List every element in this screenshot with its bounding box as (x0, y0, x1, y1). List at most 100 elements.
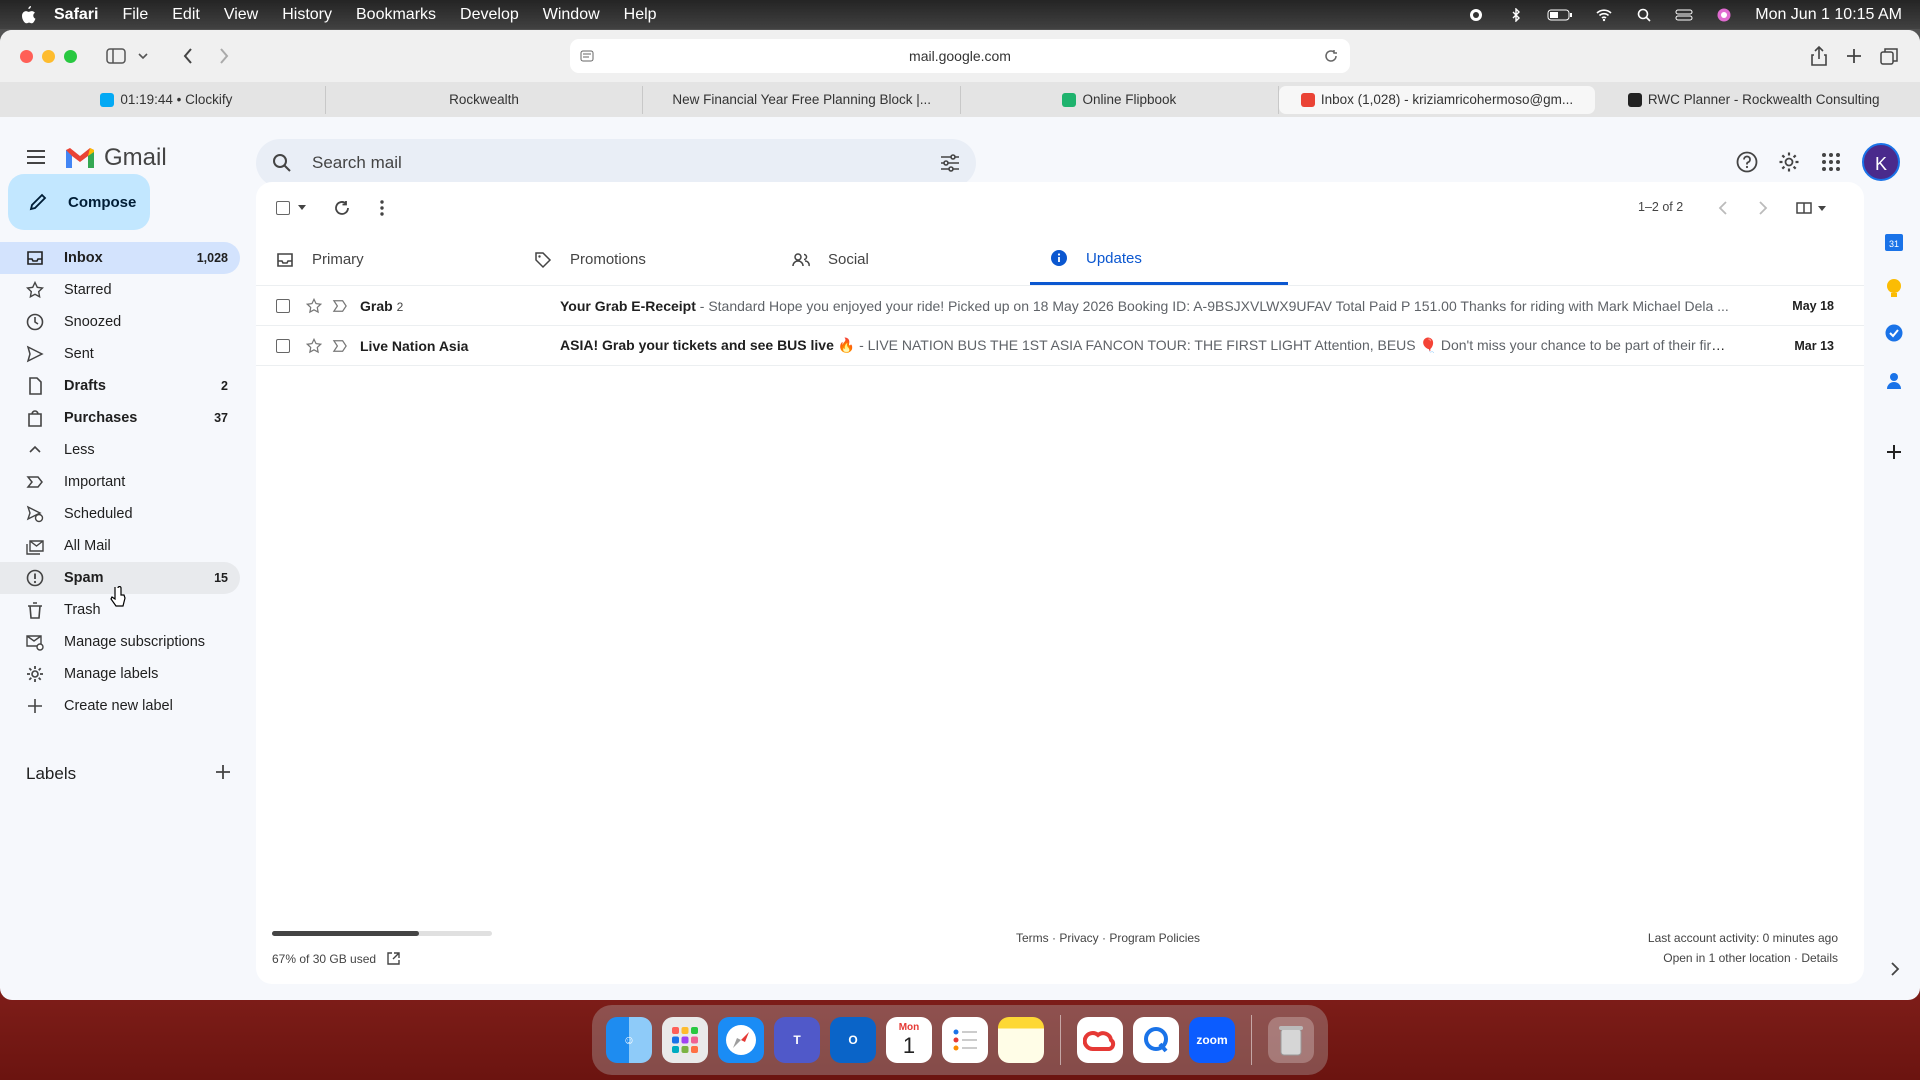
minimize-window-button[interactable] (42, 50, 55, 63)
sidebar-item-purchases[interactable]: Purchases 37 (0, 402, 240, 434)
search-options-icon[interactable] (940, 154, 960, 172)
tab-updates[interactable]: Updates (1030, 234, 1288, 285)
menu-edit[interactable]: Edit (172, 6, 200, 24)
menu-safari[interactable]: Safari (54, 6, 98, 24)
tab-promotions[interactable]: Promotions (514, 234, 772, 285)
apps-grid-icon[interactable] (1820, 151, 1842, 173)
row-checkbox[interactable] (276, 298, 290, 313)
sidebar-toggle-icon[interactable] (106, 48, 126, 64)
siri-icon[interactable] (1715, 8, 1733, 22)
bluetooth-icon[interactable] (1507, 7, 1525, 22)
account-activity-details[interactable]: Open in 1 other location · Details (1663, 951, 1838, 965)
spotlight-search-icon[interactable] (1635, 8, 1653, 22)
select-all-checkbox[interactable] (276, 201, 290, 215)
newer-page-icon[interactable] (1718, 201, 1728, 215)
tab-rwc-planner[interactable]: RWC Planner - Rockwealth Consulting (1595, 86, 1912, 114)
tab-clockify[interactable]: 01:19:44 • Clockify (8, 85, 326, 114)
page-settings-icon[interactable] (580, 49, 594, 63)
calendar-icon[interactable]: 31 (1884, 232, 1904, 252)
tab-rockwealth[interactable]: Rockwealth (326, 85, 644, 114)
sidebar-item-manage-subscriptions[interactable]: Manage subscriptions (0, 626, 240, 658)
select-dropdown-icon[interactable] (298, 205, 306, 211)
settings-gear-icon[interactable] (1778, 151, 1800, 173)
get-addons-plus-icon[interactable] (1886, 444, 1902, 460)
contacts-icon[interactable] (1886, 372, 1902, 390)
zoom-icon[interactable]: zoom (1189, 1017, 1235, 1063)
show-side-panel-icon[interactable] (1890, 962, 1900, 976)
finder-icon[interactable]: ☺ (606, 1017, 652, 1063)
share-icon[interactable] (1810, 45, 1828, 67)
sidebar-item-inbox[interactable]: Inbox 1,028 (0, 242, 240, 274)
quickshare-icon[interactable] (1133, 1017, 1179, 1063)
back-icon[interactable] (182, 47, 194, 65)
menu-view[interactable]: View (224, 6, 258, 24)
tab-social[interactable]: Social (772, 234, 1030, 285)
sidebar-item-important[interactable]: Important (0, 466, 240, 498)
battery-icon[interactable] (1547, 8, 1573, 22)
keep-icon[interactable] (1885, 278, 1903, 298)
trash-dock-icon[interactable] (1268, 1017, 1314, 1063)
reload-icon[interactable] (1324, 49, 1338, 63)
sidebar-item-sent[interactable]: Sent (0, 338, 240, 370)
sidebar-item-scheduled[interactable]: Scheduled (0, 498, 240, 530)
tab-primary[interactable]: Primary (256, 234, 514, 285)
tab-financial-year[interactable]: New Financial Year Free Planning Block |… (643, 85, 962, 114)
sidebar-item-drafts[interactable]: Drafts 2 (0, 370, 240, 402)
gmail-logo[interactable]: Gmail (64, 144, 167, 172)
calendar-app-icon[interactable]: Mon 1 (886, 1017, 932, 1063)
record-icon[interactable] (1467, 8, 1485, 22)
sidebar-item-less[interactable]: Less (0, 434, 240, 466)
refresh-icon[interactable] (334, 200, 350, 216)
creative-cloud-icon[interactable] (1077, 1017, 1123, 1063)
zoom-window-button[interactable] (64, 50, 77, 63)
safari-app-icon[interactable] (718, 1017, 764, 1063)
chevron-down-icon[interactable] (138, 52, 148, 60)
address-bar[interactable]: mail.google.com (570, 39, 1350, 73)
wifi-icon[interactable] (1595, 8, 1613, 22)
apple-icon[interactable] (20, 5, 36, 24)
menubar-clock[interactable]: Mon Jun 1 10:15 AM (1755, 6, 1902, 24)
compose-button[interactable]: Compose (8, 174, 150, 230)
older-page-icon[interactable] (1758, 201, 1768, 215)
importance-marker-icon[interactable] (332, 339, 348, 353)
notes-icon[interactable] (998, 1017, 1044, 1063)
tab-online-flipbook[interactable]: Online Flipbook (961, 85, 1279, 114)
new-tab-icon[interactable] (1846, 48, 1862, 64)
launchpad-icon[interactable] (662, 1017, 708, 1063)
tab-gmail-inbox[interactable]: Inbox (1,028) - kriziamricohermoso@gm... (1278, 85, 1596, 114)
close-window-button[interactable] (20, 50, 33, 63)
menu-develop[interactable]: Develop (460, 6, 519, 24)
sidebar-item-snoozed[interactable]: Snoozed (0, 306, 240, 338)
reminders-icon[interactable] (942, 1017, 988, 1063)
sidebar-item-starred[interactable]: Starred (0, 274, 240, 306)
table-row[interactable]: Live Nation Asia ASIA! Grab your tickets … (256, 326, 1864, 366)
sidebar-item-all-mail[interactable]: All Mail (0, 530, 240, 562)
sidebar-item-manage-labels[interactable]: Manage labels (0, 658, 240, 690)
forward-icon[interactable] (218, 47, 230, 65)
tasks-icon[interactable] (1885, 324, 1903, 342)
outlook-icon[interactable]: O (830, 1017, 876, 1063)
split-pane-toggle-icon[interactable] (1796, 202, 1828, 214)
row-checkbox[interactable] (276, 338, 290, 353)
add-label-plus-icon[interactable] (215, 764, 231, 780)
search-icon[interactable] (272, 153, 292, 173)
star-icon[interactable] (306, 337, 322, 354)
main-menu-icon[interactable] (26, 150, 46, 164)
star-icon[interactable] (306, 297, 322, 314)
control-center-icon[interactable] (1675, 8, 1693, 22)
open-storage-icon[interactable] (387, 952, 401, 965)
menu-window[interactable]: Window (543, 6, 600, 24)
tab-overview-icon[interactable] (1880, 47, 1898, 65)
menu-bookmarks[interactable]: Bookmarks (356, 6, 436, 24)
search-bar[interactable]: Search mail (256, 139, 976, 187)
sidebar-item-create-new-label[interactable]: Create new label (0, 690, 240, 722)
table-row[interactable]: Grab 2 Your Grab E-Receipt - Standard Hop… (256, 286, 1864, 326)
importance-marker-icon[interactable] (332, 299, 348, 313)
menu-help[interactable]: Help (624, 6, 657, 24)
avatar[interactable]: K (1862, 143, 1900, 181)
menu-file[interactable]: File (122, 6, 148, 24)
more-options-icon[interactable] (380, 200, 384, 216)
menu-history[interactable]: History (282, 6, 332, 24)
footer-links[interactable]: Terms · Privacy · Program Policies (1016, 931, 1200, 945)
search-input[interactable]: Search mail (312, 153, 402, 173)
